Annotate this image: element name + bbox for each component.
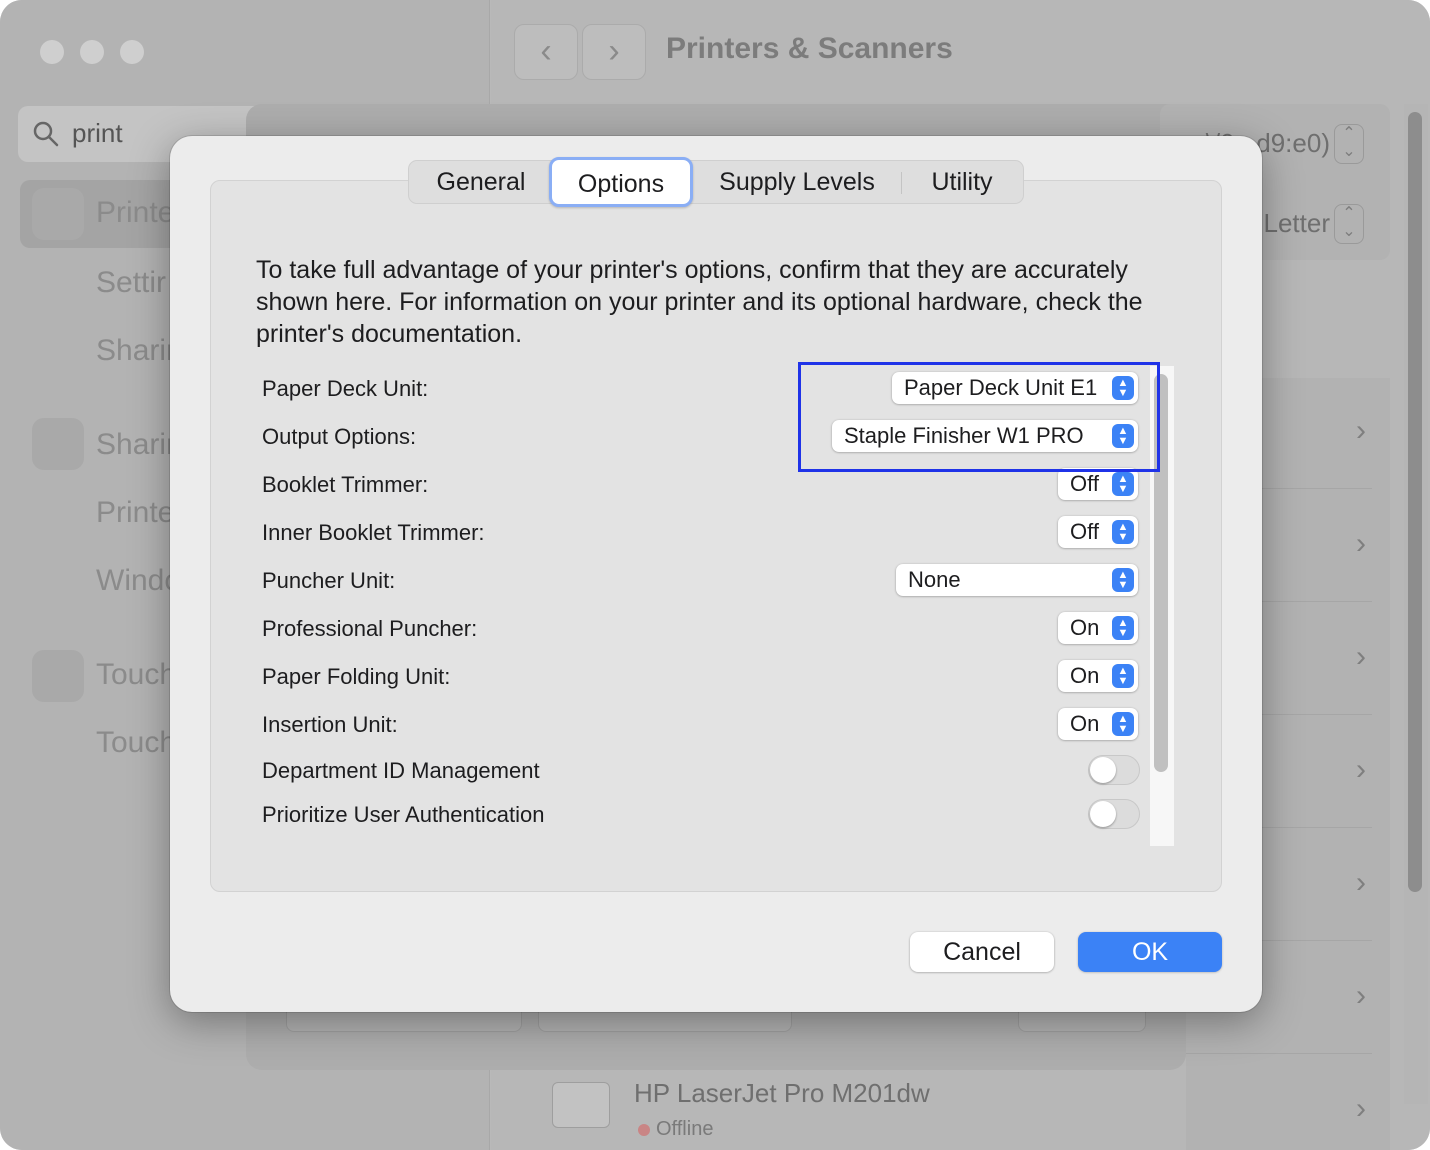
chevron-right-icon[interactable]: › [1356, 640, 1366, 674]
zoom-window-button[interactable] [120, 40, 144, 64]
chevron-updown-icon: ▲ ▼ [1112, 664, 1134, 688]
paper-deck-unit-label: Paper Deck Unit: [262, 376, 429, 401]
professional-puncher-value: On [1070, 615, 1100, 640]
chevron-updown-icon: ▲ ▼ [1112, 616, 1134, 640]
chevron-updown-icon: ▲ ▼ [1112, 568, 1134, 592]
fingerprint-icon [32, 650, 84, 702]
paper-folding-unit-label: Paper Folding Unit: [262, 664, 451, 689]
booklet-trimmer-value: Off [1070, 471, 1099, 496]
puncher-unit-value: None [908, 567, 961, 592]
toggle-knob [1090, 801, 1116, 827]
paper-size-value: Letter [1263, 208, 1331, 238]
chevron-right-icon[interactable]: › [1356, 866, 1366, 900]
chevron-updown-icon: ▲ ▼ [1112, 520, 1134, 544]
chevron-updown-icon: ▲ ▼ [1112, 472, 1134, 496]
sidebar-item-printers[interactable]: Printe [96, 196, 174, 230]
insertion-unit-popup[interactable]: On ▲ ▼ [1058, 708, 1138, 740]
tab-general[interactable]: General [413, 161, 549, 203]
prioritize-user-auth-toggle[interactable] [1088, 799, 1140, 829]
insertion-unit-value: On [1070, 711, 1100, 736]
cancel-button[interactable]: Cancel [910, 932, 1054, 972]
sidebar-item-settings[interactable]: Settir [96, 266, 166, 300]
back-button[interactable]: ‹ [514, 24, 578, 80]
sharing-icon [32, 418, 84, 470]
sidebar-item-sharing[interactable]: Sharir [96, 334, 176, 368]
puncher-unit-label: Puncher Unit: [262, 568, 396, 593]
professional-puncher-popup[interactable]: On ▲ ▼ [1058, 612, 1138, 644]
tab-divider [901, 172, 902, 194]
department-id-toggle[interactable] [1088, 755, 1140, 785]
options-description: To take full advantage of your printer's… [256, 256, 1143, 348]
output-options-label: Output Options: [262, 424, 417, 449]
printer-options-dialog: General Options Supply Levels Utility To… [170, 136, 1262, 1012]
status-dot-icon [638, 1124, 650, 1136]
chevron-right-icon[interactable]: › [1356, 527, 1366, 561]
toggle-knob [1090, 757, 1116, 783]
tab-utility[interactable]: Utility [905, 161, 1019, 203]
sidebar-item-printer-sharing[interactable]: Printe [96, 496, 174, 530]
paper-folding-unit-value: On [1070, 663, 1100, 688]
chevron-updown-icon[interactable]: ⌃ ⌄ [1334, 124, 1364, 164]
chevron-updown-icon: ▲ ▼ [1112, 712, 1134, 736]
ok-button[interactable]: OK [1078, 932, 1222, 972]
chevron-right-icon[interactable]: › [1356, 1092, 1366, 1126]
sidebar-item-touch-id[interactable]: Touch [96, 658, 176, 692]
chevron-right-icon[interactable]: › [1356, 753, 1366, 787]
divider [1186, 1053, 1372, 1054]
chevron-right-icon[interactable]: › [1356, 414, 1366, 448]
search-icon [33, 121, 59, 147]
window-scrollbar-thumb[interactable] [1408, 112, 1422, 892]
puncher-unit-popup[interactable]: None ▲ ▼ [896, 564, 1138, 596]
tab-supply-levels[interactable]: Supply Levels [697, 161, 897, 203]
chevron-updown-icon[interactable]: ⌃ ⌄ [1334, 204, 1364, 244]
sidebar-item-touch-id-2[interactable]: Touch [96, 726, 176, 760]
insertion-unit-label: Insertion Unit: [262, 712, 398, 737]
minimize-window-button[interactable] [80, 40, 104, 64]
inner-booklet-trimmer-popup[interactable]: Off ▲ ▼ [1058, 516, 1138, 548]
search-text: print [72, 118, 123, 148]
booklet-trimmer-popup[interactable]: Off ▲ ▼ [1058, 468, 1138, 500]
sidebar-item-sharing-2[interactable]: Sharir [96, 428, 176, 462]
forward-button[interactable]: › [582, 24, 646, 80]
printer-name[interactable]: HP LaserJet Pro M201dw [634, 1078, 930, 1109]
chevron-right-icon[interactable]: › [1356, 979, 1366, 1013]
printer-status: Offline [656, 1118, 714, 1140]
paper-folding-unit-popup[interactable]: On ▲ ▼ [1058, 660, 1138, 692]
tab-options[interactable]: Options [549, 157, 693, 207]
tab-bar: General Options Supply Levels Utility [408, 157, 1024, 207]
inner-booklet-trimmer-value: Off [1070, 519, 1099, 544]
printer-icon [32, 188, 84, 240]
window-title: Printers & Scanners [666, 32, 953, 65]
department-id-label: Department ID Management [262, 758, 540, 783]
prioritize-user-auth-label: Prioritize User Authentication [262, 802, 545, 827]
annotation-highlight-box [798, 362, 1160, 472]
close-window-button[interactable] [40, 40, 64, 64]
printer-device-icon [552, 1082, 610, 1128]
booklet-trimmer-label: Booklet Trimmer: [262, 472, 429, 497]
professional-puncher-label: Professional Puncher: [262, 616, 478, 641]
inner-booklet-trimmer-label: Inner Booklet Trimmer: [262, 520, 485, 545]
sidebar-item-windows[interactable]: Windo [96, 564, 181, 598]
